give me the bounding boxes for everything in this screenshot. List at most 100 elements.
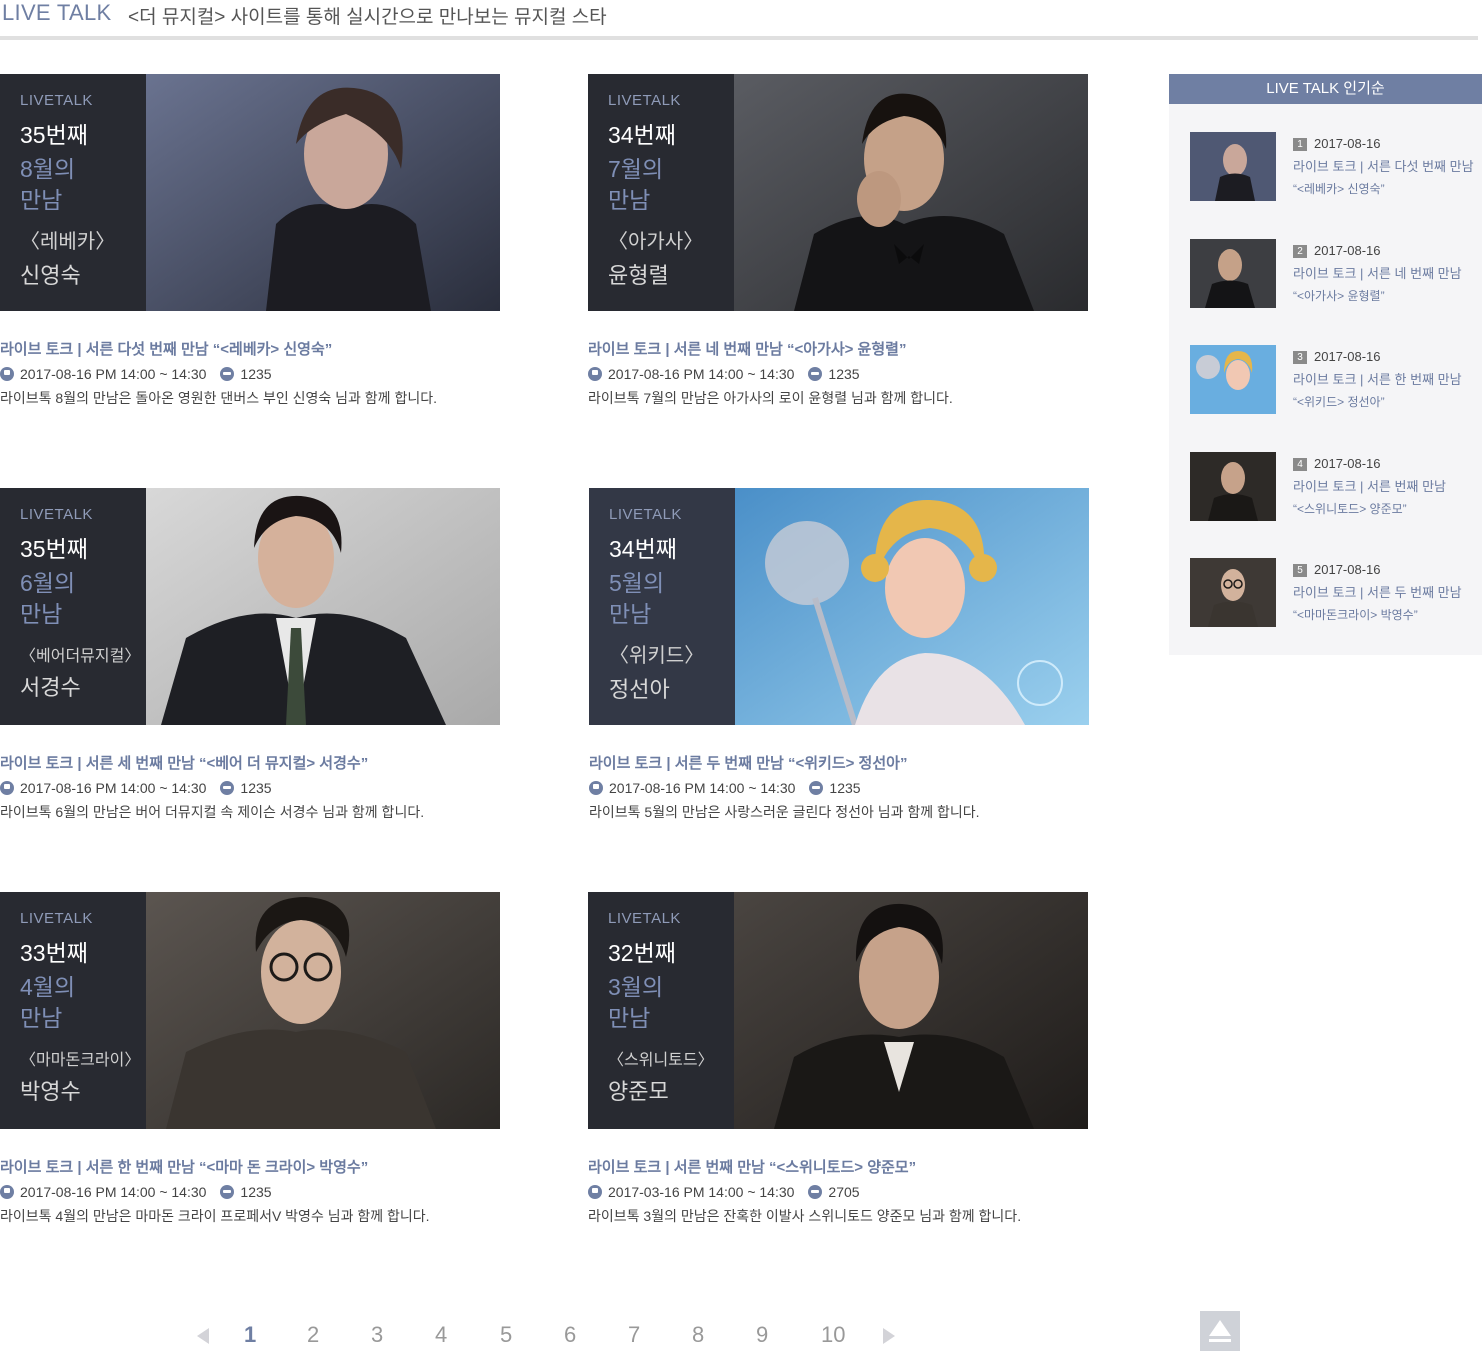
page-link-1[interactable]: 1: [244, 1322, 256, 1348]
overlay-show: 〈베어더뮤지컬〉: [20, 648, 141, 665]
card-thumbnail[interactable]: LIVETALK 32번째 3월의 만남 〈스위니토드〉 양준모: [588, 892, 1088, 1129]
card-thumbnail[interactable]: LIVETALK 34번째 7월의 만남 〈아가사〉 윤형렬: [588, 74, 1088, 311]
pagination: 1 2 3 4 5 6 7 8 9 10: [193, 1322, 913, 1354]
page-link-7[interactable]: 7: [628, 1322, 640, 1348]
overlay-actor: 윤형렬: [608, 263, 669, 288]
popular-sidebar: LIVE TALK 인기순 1 2017-08-16 라이브 토크 | 서른 다섯…: [1169, 74, 1482, 655]
sidebar-item[interactable]: 3 2017-08-16 라이브 토크 | 서른 한 번째 만남 “<위키드> 정…: [1190, 345, 1470, 415]
card-title-link[interactable]: 라이브 토크 | 서른 두 번째 만남 “<위키드> 정선아”: [589, 752, 1091, 773]
overlay-month: 8월의: [20, 156, 76, 182]
page-header: LIVE TALK <더 뮤지컬> 사이트를 통해 실시간으로 만나보는 뮤지컬…: [0, 0, 1478, 40]
card-title-link[interactable]: 라이브 토크 | 서른 세 번째 만남 “<베어 더 뮤지컬> 서경수”: [0, 752, 502, 773]
overlay-show: 〈아가사〉: [608, 231, 704, 253]
overlay-month: 7월의: [608, 156, 664, 182]
comment-icon: [808, 1185, 823, 1199]
actor-photo: [146, 892, 500, 1129]
sidebar-item-subtitle: “<위키드> 정선아”: [1293, 395, 1385, 409]
card-overlay: LIVETALK 35번째 6월의 만남 〈베어더뮤지컬〉 서경수: [0, 488, 146, 725]
card-meta: 2017-08-16 PM 14:00 ~ 14:30 1235: [589, 780, 1091, 796]
overlay-meeting: 만남: [609, 601, 652, 627]
page-link-6[interactable]: 6: [564, 1322, 576, 1348]
sidebar-item-title: 라이브 토크 | 서른 번째 만남: [1293, 479, 1446, 494]
card-title-link[interactable]: 라이브 토크 | 서른 한 번째 만남 “<마마 돈 크라이> 박영수”: [0, 1156, 502, 1177]
comment-icon: [809, 781, 824, 795]
card-comment-count: 2705: [828, 1184, 860, 1200]
page-link-5[interactable]: 5: [500, 1322, 512, 1348]
livetalk-card: LIVETALK 33번째 4월의 만남 〈마마돈크라이〉 박영수 라이브 토크…: [0, 892, 502, 1226]
overlay-meeting: 만남: [608, 1005, 651, 1031]
card-thumbnail[interactable]: LIVETALK 34번째 5월의 만남 〈위키드〉 정선아: [589, 488, 1089, 725]
overlay-meeting: 만남: [608, 187, 651, 213]
card-description: 라이브톡 5월의 만남은 사랑스러운 글린다 정선아 님과 함께 합니다.: [589, 804, 980, 820]
card-comment-count: 1235: [829, 780, 861, 796]
card-thumbnail[interactable]: LIVETALK 35번째 6월의 만남 〈베어더뮤지컬〉 서경수: [0, 488, 500, 725]
sidebar-item[interactable]: 2 2017-08-16 라이브 토크 | 서른 네 번째 만남 “<아가사> 윤…: [1190, 239, 1470, 309]
card-thumbnail[interactable]: LIVETALK 33번째 4월의 만남 〈마마돈크라이〉 박영수: [0, 892, 500, 1129]
sidebar-item-title: 라이브 토크 | 서른 다섯 번째 만남: [1293, 159, 1474, 174]
overlay-actor: 신영숙: [20, 263, 81, 288]
card-description: 라이브톡 6월의 만남은 버어 더뮤지컬 속 제이슨 서경수 님과 함께 합니다…: [0, 804, 425, 820]
sidebar-item-date: 2017-08-16: [1314, 349, 1381, 364]
sidebar-thumbnail: [1190, 345, 1276, 414]
page-link-4[interactable]: 4: [435, 1322, 447, 1348]
sidebar-item-text: 5 2017-08-16 라이브 토크 | 서른 두 번째 만남 “<마마돈크라이…: [1293, 558, 1462, 627]
comment-icon: [808, 367, 823, 381]
comment-icon: [220, 781, 235, 795]
sidebar-item[interactable]: 4 2017-08-16 라이브 토크 | 서른 번째 만남 “<스위니토드> 양…: [1190, 452, 1470, 522]
overlay-actor: 서경수: [20, 675, 81, 700]
card-overlay: LIVETALK 33번째 4월의 만남 〈마마돈크라이〉 박영수: [0, 892, 146, 1129]
overlay-month: 5월의: [609, 570, 665, 596]
rank-badge: 3: [1293, 351, 1307, 364]
overlay-month: 3월의: [608, 974, 664, 1000]
sidebar-thumbnail: [1190, 558, 1276, 627]
sidebar-item-subtitle: “<마마돈크라이> 박영수”: [1293, 608, 1418, 622]
livetalk-card: LIVETALK 35번째 8월의 만남 〈레베카〉 신영숙 라이브 토크 | …: [0, 74, 502, 408]
card-meta: 2017-08-16 PM 14:00 ~ 14:30 1235: [588, 366, 1090, 382]
page-link-10[interactable]: 10: [821, 1322, 845, 1348]
card-thumbnail[interactable]: LIVETALK 35번째 8월의 만남 〈레베카〉 신영숙: [0, 74, 500, 311]
card-description: 라이브톡 7월의 만남은 아가사의 로이 윤형렬 님과 함께 합니다.: [588, 390, 953, 406]
card-comment-count: 1235: [240, 366, 272, 382]
card-datetime: 2017-08-16 PM 14:00 ~ 14:30: [609, 780, 796, 796]
card-description: 라이브톡 4월의 만남은 마마돈 크라이 프로페서V 박영수 님과 함께 합니다…: [0, 1208, 430, 1224]
scroll-top-icon: [1209, 1320, 1231, 1336]
card-title-link[interactable]: 라이브 토크 | 서른 번째 만남 “<스위니토드> 양준모”: [588, 1156, 1090, 1177]
card-overlay: LIVETALK 34번째 7월의 만남 〈아가사〉 윤형렬: [588, 74, 734, 311]
sidebar-item-date: 2017-08-16: [1314, 136, 1381, 151]
page-link-9[interactable]: 9: [756, 1322, 768, 1348]
overlay-episode: 32번째: [608, 940, 676, 966]
sidebar-thumbnail: [1190, 239, 1276, 308]
clock-icon: [0, 1185, 14, 1199]
prev-arrow-icon[interactable]: [197, 1328, 209, 1344]
comment-icon: [220, 1185, 235, 1199]
card-overlay: LIVETALK 35번째 8월의 만남 〈레베카〉 신영숙: [0, 74, 146, 311]
sidebar-item-title: 라이브 토크 | 서른 두 번째 만남: [1293, 585, 1462, 600]
page-link-3[interactable]: 3: [371, 1322, 383, 1348]
rank-badge: 4: [1293, 458, 1307, 471]
overlay-brand: LIVETALK: [608, 92, 681, 109]
page-link-2[interactable]: 2: [307, 1322, 319, 1348]
card-description: 라이브톡 3월의 만남은 잔혹한 이발사 스위니토드 양준모 님과 함께 합니다…: [588, 1208, 1022, 1224]
overlay-show: 〈레베카〉: [20, 231, 116, 253]
overlay-show: 〈위키드〉: [609, 645, 705, 667]
card-datetime: 2017-08-16 PM 14:00 ~ 14:30: [608, 366, 795, 382]
page-link-8[interactable]: 8: [692, 1322, 704, 1348]
next-arrow-icon[interactable]: [883, 1328, 895, 1344]
overlay-brand: LIVETALK: [20, 910, 93, 927]
comment-icon: [220, 367, 235, 381]
rank-badge: 5: [1293, 564, 1307, 577]
sidebar-item-date: 2017-08-16: [1314, 562, 1381, 577]
sidebar-item[interactable]: 5 2017-08-16 라이브 토크 | 서른 두 번째 만남 “<마마돈크라이…: [1190, 558, 1470, 628]
scroll-top-button[interactable]: [1200, 1311, 1240, 1351]
livetalk-card: LIVETALK 35번째 6월의 만남 〈베어더뮤지컬〉 서경수 라이브 토크…: [0, 488, 502, 822]
overlay-meeting: 만남: [20, 187, 63, 213]
livetalk-card: LIVETALK 34번째 5월의 만남 〈위키드〉 정선아 라이브 토크 | …: [589, 488, 1091, 822]
clock-icon: [589, 781, 603, 795]
card-title-link[interactable]: 라이브 토크 | 서른 네 번째 만남 “<아가사> 윤형렬”: [588, 338, 1090, 359]
overlay-show: 〈스위니토드〉: [608, 1052, 714, 1069]
clock-icon: [588, 1185, 602, 1199]
sidebar-item-subtitle: “<아가사> 윤형렬”: [1293, 289, 1385, 303]
card-title-link[interactable]: 라이브 토크 | 서른 다섯 번째 만남 “<레베카> 신영숙”: [0, 338, 502, 359]
sidebar-item[interactable]: 1 2017-08-16 라이브 토크 | 서른 다섯 번째 만남 “<레베카> …: [1190, 132, 1474, 202]
overlay-meeting: 만남: [20, 601, 63, 627]
